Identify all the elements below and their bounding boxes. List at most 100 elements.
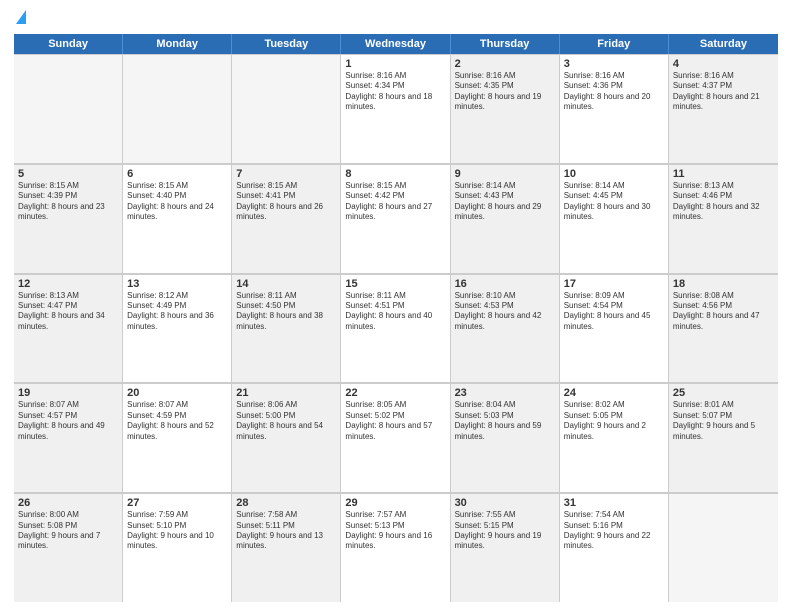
calendar-cell: 30Sunrise: 7:55 AM Sunset: 5:15 PM Dayli… [451, 493, 560, 602]
day-number: 21 [236, 387, 336, 399]
cell-details: Sunrise: 8:15 AM Sunset: 4:40 PM Dayligh… [127, 181, 227, 223]
day-number: 13 [127, 278, 227, 290]
cell-details: Sunrise: 7:57 AM Sunset: 5:13 PM Dayligh… [345, 510, 445, 552]
calendar-body: 1Sunrise: 8:16 AM Sunset: 4:34 PM Daylig… [14, 54, 778, 602]
day-number: 23 [455, 387, 555, 399]
cell-details: Sunrise: 7:59 AM Sunset: 5:10 PM Dayligh… [127, 510, 227, 552]
calendar-cell: 27Sunrise: 7:59 AM Sunset: 5:10 PM Dayli… [123, 493, 232, 602]
day-number: 15 [345, 278, 445, 290]
calendar-cell: 18Sunrise: 8:08 AM Sunset: 4:56 PM Dayli… [669, 274, 778, 383]
cell-details: Sunrise: 8:06 AM Sunset: 5:00 PM Dayligh… [236, 400, 336, 442]
calendar-cell: 15Sunrise: 8:11 AM Sunset: 4:51 PM Dayli… [341, 274, 450, 383]
calendar-cell: 28Sunrise: 7:58 AM Sunset: 5:11 PM Dayli… [232, 493, 341, 602]
calendar: SundayMondayTuesdayWednesdayThursdayFrid… [14, 34, 778, 602]
calendar-cell: 13Sunrise: 8:12 AM Sunset: 4:49 PM Dayli… [123, 274, 232, 383]
cell-details: Sunrise: 8:14 AM Sunset: 4:45 PM Dayligh… [564, 181, 664, 223]
cell-details: Sunrise: 8:08 AM Sunset: 4:56 PM Dayligh… [673, 291, 774, 333]
calendar-row: 19Sunrise: 8:07 AM Sunset: 4:57 PM Dayli… [14, 383, 778, 493]
cell-details: Sunrise: 7:58 AM Sunset: 5:11 PM Dayligh… [236, 510, 336, 552]
calendar-cell: 8Sunrise: 8:15 AM Sunset: 4:42 PM Daylig… [341, 164, 450, 273]
calendar-cell: 29Sunrise: 7:57 AM Sunset: 5:13 PM Dayli… [341, 493, 450, 602]
day-number: 1 [345, 58, 445, 70]
cell-details: Sunrise: 8:11 AM Sunset: 4:51 PM Dayligh… [345, 291, 445, 333]
cell-details: Sunrise: 8:09 AM Sunset: 4:54 PM Dayligh… [564, 291, 664, 333]
calendar-cell: 10Sunrise: 8:14 AM Sunset: 4:45 PM Dayli… [560, 164, 669, 273]
day-number: 3 [564, 58, 664, 70]
cell-details: Sunrise: 8:13 AM Sunset: 4:47 PM Dayligh… [18, 291, 118, 333]
calendar-cell: 22Sunrise: 8:05 AM Sunset: 5:02 PM Dayli… [341, 383, 450, 492]
calendar-cell: 17Sunrise: 8:09 AM Sunset: 4:54 PM Dayli… [560, 274, 669, 383]
day-number: 6 [127, 168, 227, 180]
calendar-row: 12Sunrise: 8:13 AM Sunset: 4:47 PM Dayli… [14, 274, 778, 384]
calendar-cell: 20Sunrise: 8:07 AM Sunset: 4:59 PM Dayli… [123, 383, 232, 492]
cell-details: Sunrise: 8:16 AM Sunset: 4:36 PM Dayligh… [564, 71, 664, 113]
page: SundayMondayTuesdayWednesdayThursdayFrid… [0, 0, 792, 612]
calendar-cell [123, 54, 232, 163]
calendar-cell [232, 54, 341, 163]
day-number: 24 [564, 387, 664, 399]
day-number: 25 [673, 387, 774, 399]
calendar-cell: 7Sunrise: 8:15 AM Sunset: 4:41 PM Daylig… [232, 164, 341, 273]
calendar-cell: 6Sunrise: 8:15 AM Sunset: 4:40 PM Daylig… [123, 164, 232, 273]
header-day: Friday [560, 34, 669, 54]
calendar-cell: 11Sunrise: 8:13 AM Sunset: 4:46 PM Dayli… [669, 164, 778, 273]
calendar-row: 26Sunrise: 8:00 AM Sunset: 5:08 PM Dayli… [14, 493, 778, 602]
calendar-cell [669, 493, 778, 602]
cell-details: Sunrise: 8:07 AM Sunset: 4:57 PM Dayligh… [18, 400, 118, 442]
header [14, 10, 778, 26]
cell-details: Sunrise: 8:01 AM Sunset: 5:07 PM Dayligh… [673, 400, 774, 442]
cell-details: Sunrise: 8:16 AM Sunset: 4:34 PM Dayligh… [345, 71, 445, 113]
calendar-cell [14, 54, 123, 163]
calendar-cell: 26Sunrise: 8:00 AM Sunset: 5:08 PM Dayli… [14, 493, 123, 602]
day-number: 22 [345, 387, 445, 399]
day-number: 10 [564, 168, 664, 180]
calendar-row: 1Sunrise: 8:16 AM Sunset: 4:34 PM Daylig… [14, 54, 778, 164]
cell-details: Sunrise: 8:15 AM Sunset: 4:39 PM Dayligh… [18, 181, 118, 223]
calendar-cell: 23Sunrise: 8:04 AM Sunset: 5:03 PM Dayli… [451, 383, 560, 492]
cell-details: Sunrise: 8:12 AM Sunset: 4:49 PM Dayligh… [127, 291, 227, 333]
day-number: 19 [18, 387, 118, 399]
day-number: 26 [18, 497, 118, 509]
cell-details: Sunrise: 8:05 AM Sunset: 5:02 PM Dayligh… [345, 400, 445, 442]
calendar-cell: 12Sunrise: 8:13 AM Sunset: 4:47 PM Dayli… [14, 274, 123, 383]
calendar-cell: 31Sunrise: 7:54 AM Sunset: 5:16 PM Dayli… [560, 493, 669, 602]
logo-icon [16, 10, 26, 24]
header-day: Wednesday [341, 34, 450, 54]
calendar-cell: 2Sunrise: 8:16 AM Sunset: 4:35 PM Daylig… [451, 54, 560, 163]
header-day: Sunday [14, 34, 123, 54]
cell-details: Sunrise: 8:07 AM Sunset: 4:59 PM Dayligh… [127, 400, 227, 442]
day-number: 20 [127, 387, 227, 399]
calendar-cell: 5Sunrise: 8:15 AM Sunset: 4:39 PM Daylig… [14, 164, 123, 273]
calendar-cell: 14Sunrise: 8:11 AM Sunset: 4:50 PM Dayli… [232, 274, 341, 383]
calendar-header: SundayMondayTuesdayWednesdayThursdayFrid… [14, 34, 778, 54]
day-number: 4 [673, 58, 774, 70]
cell-details: Sunrise: 8:16 AM Sunset: 4:35 PM Dayligh… [455, 71, 555, 113]
cell-details: Sunrise: 8:15 AM Sunset: 4:42 PM Dayligh… [345, 181, 445, 223]
day-number: 5 [18, 168, 118, 180]
day-number: 31 [564, 497, 664, 509]
calendar-cell: 21Sunrise: 8:06 AM Sunset: 5:00 PM Dayli… [232, 383, 341, 492]
cell-details: Sunrise: 7:55 AM Sunset: 5:15 PM Dayligh… [455, 510, 555, 552]
day-number: 16 [455, 278, 555, 290]
day-number: 8 [345, 168, 445, 180]
header-day: Tuesday [232, 34, 341, 54]
day-number: 14 [236, 278, 336, 290]
day-number: 30 [455, 497, 555, 509]
calendar-cell: 9Sunrise: 8:14 AM Sunset: 4:43 PM Daylig… [451, 164, 560, 273]
cell-details: Sunrise: 8:04 AM Sunset: 5:03 PM Dayligh… [455, 400, 555, 442]
day-number: 18 [673, 278, 774, 290]
day-number: 11 [673, 168, 774, 180]
cell-details: Sunrise: 8:14 AM Sunset: 4:43 PM Dayligh… [455, 181, 555, 223]
day-number: 27 [127, 497, 227, 509]
logo [14, 10, 26, 26]
cell-details: Sunrise: 8:00 AM Sunset: 5:08 PM Dayligh… [18, 510, 118, 552]
header-day: Saturday [669, 34, 778, 54]
day-number: 12 [18, 278, 118, 290]
calendar-cell: 19Sunrise: 8:07 AM Sunset: 4:57 PM Dayli… [14, 383, 123, 492]
day-number: 2 [455, 58, 555, 70]
cell-details: Sunrise: 7:54 AM Sunset: 5:16 PM Dayligh… [564, 510, 664, 552]
day-number: 9 [455, 168, 555, 180]
cell-details: Sunrise: 8:15 AM Sunset: 4:41 PM Dayligh… [236, 181, 336, 223]
day-number: 7 [236, 168, 336, 180]
calendar-cell: 1Sunrise: 8:16 AM Sunset: 4:34 PM Daylig… [341, 54, 450, 163]
